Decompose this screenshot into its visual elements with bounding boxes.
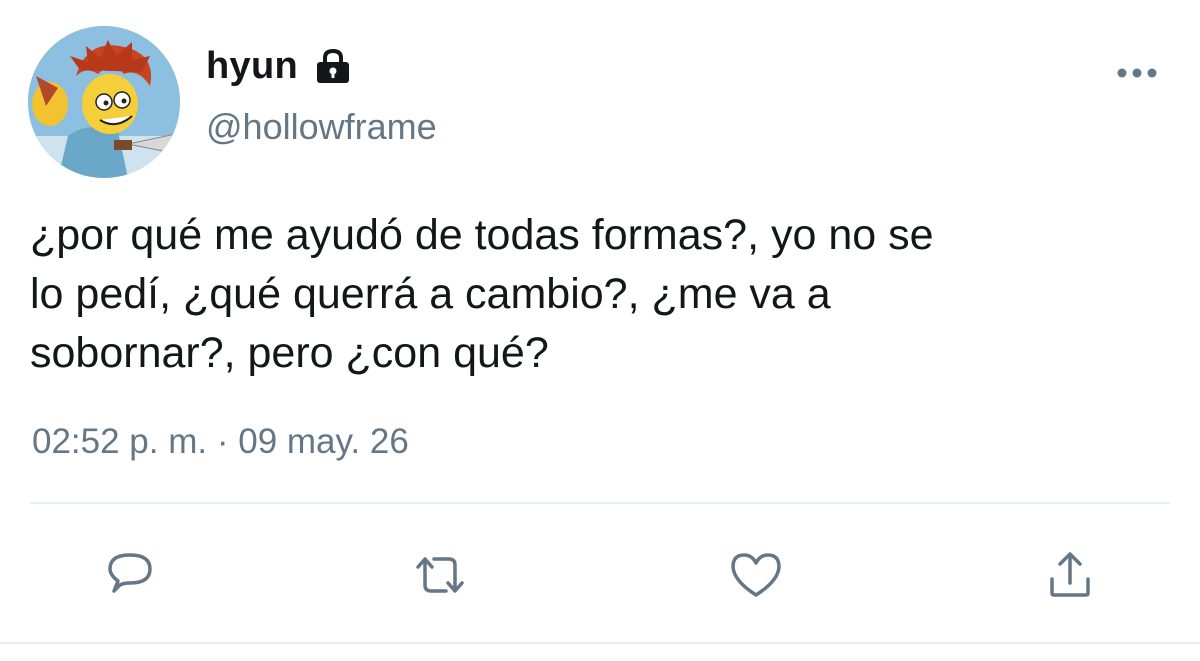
tweet-card: hyun @hollowframe ¿por qué me ayudó de t… — [0, 0, 1200, 661]
more-button[interactable] — [1110, 58, 1164, 88]
tweet-time: 02:52 p. m. — [32, 422, 208, 461]
divider — [30, 502, 1170, 504]
avatar-image — [28, 26, 180, 178]
reply-icon — [108, 553, 152, 593]
tweet-text: ¿por qué me ayudó de todas formas?, yo n… — [30, 211, 934, 377]
lock-icon — [314, 48, 352, 84]
share-button[interactable] — [1040, 545, 1100, 605]
heart-icon — [731, 553, 781, 597]
retweet-button[interactable] — [410, 545, 470, 605]
author-handle[interactable]: @hollowframe — [206, 106, 437, 148]
avatar[interactable] — [28, 26, 180, 178]
display-name[interactable]: hyun — [206, 45, 298, 88]
tweet-timestamp[interactable]: 02:52 p. m. · 09 may. 26 — [32, 422, 409, 462]
timestamp-separator: · — [216, 422, 229, 461]
retweet-icon — [416, 557, 464, 593]
like-button[interactable] — [726, 545, 786, 605]
reply-button[interactable] — [100, 545, 160, 605]
author-name-row: hyun — [206, 40, 352, 92]
more-icon — [1117, 68, 1157, 78]
tweet-date: 09 may. 26 — [238, 422, 409, 461]
bottom-divider — [0, 642, 1200, 644]
share-icon — [1050, 552, 1090, 597]
